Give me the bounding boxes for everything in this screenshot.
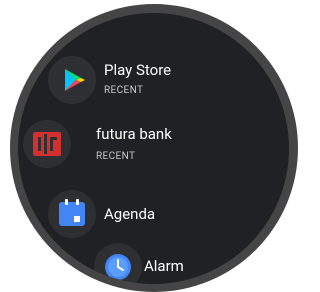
app-name: Alarm (144, 257, 184, 275)
app-name: futura bank (96, 125, 172, 143)
app-item-alarm[interactable]: Alarm (18, 13, 289, 284)
futura-bank-icon (23, 120, 71, 168)
app-subtitle: RECENT (104, 85, 144, 96)
watch-screen: Play Store RECENT futura bank RECENT Age… (18, 13, 289, 284)
alarm-clock-icon (94, 243, 142, 284)
app-subtitle: RECENT (96, 151, 136, 162)
screenshot: Play Store RECENT futura bank RECENT Age… (0, 0, 301, 292)
calendar-icon (48, 190, 96, 238)
app-name: Agenda (104, 205, 156, 223)
